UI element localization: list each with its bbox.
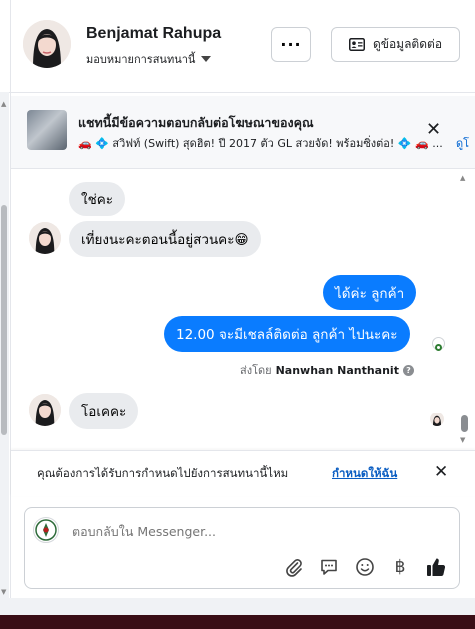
assign-prompt-question: คุณต้องการได้รับการกำหนดไปยังการสนทนานี้… <box>37 466 289 480</box>
page-avatar <box>33 517 59 543</box>
customer-name[interactable]: Benjamat Rahupa <box>86 25 221 43</box>
message-bubble-incoming[interactable]: เที่ยงนะคะตอนนี้อยู่สวนคะ😁 <box>69 221 261 257</box>
seen-indicator-icon <box>432 337 445 351</box>
paperclip-icon[interactable] <box>283 556 305 578</box>
ad-banner-title: แชทนี้มีข้อความตอบกลับต่อโฆษณาของคุณ <box>78 115 314 130</box>
message-bubble-outgoing[interactable]: 12.00 จะมีเชลล์ติดต่อ ลูกค้า ไปนะคะ <box>164 316 410 352</box>
left-scrollbar-thumb[interactable] <box>1 205 7 435</box>
message-bubble-incoming[interactable]: โอเคคะ <box>69 393 139 429</box>
caret-down-icon <box>201 56 212 62</box>
view-contact-button[interactable]: ดูข้อมูลติดต่อ <box>331 27 460 62</box>
view-contact-label: ดูข้อมูลติดต่อ <box>372 37 443 51</box>
assign-label: มอบหมายการสนทนานี้ <box>86 53 196 66</box>
close-icon[interactable]: ✕ <box>434 462 448 482</box>
emoji-icon[interactable] <box>354 556 376 578</box>
reply-input[interactable] <box>72 524 372 539</box>
sent-by-line: ส่งโดย Nanwhan Nanthanit ? <box>240 361 414 379</box>
customer-avatar-small <box>29 222 61 254</box>
sent-by-agent: Nanwhan Nanthanit <box>275 363 399 377</box>
close-icon[interactable]: ✕ <box>426 119 441 140</box>
read-receipt-avatar <box>430 412 444 426</box>
customer-avatar[interactable] <box>23 20 71 68</box>
ad-thumbnail[interactable] <box>27 110 67 150</box>
saved-reply-icon[interactable] <box>318 556 340 578</box>
contact-card-icon <box>348 38 365 51</box>
info-icon[interactable]: ? <box>402 364 414 376</box>
message-bubble-incoming[interactable]: ใช่คะ <box>69 182 126 216</box>
message-bubble-outgoing[interactable]: ได้ค่ะ ลูกค้า <box>323 275 417 310</box>
ad-banner-subtitle: 🚗 💠 สวิฟท์ (Swift) สุดฮิต! ปี 2017 ตัว G… <box>78 137 443 150</box>
more-icon: ··· <box>280 35 302 54</box>
assign-to-me-link[interactable]: กำหนดให้ฉัน <box>332 465 397 483</box>
scroll-up-arrow-icon[interactable]: ▲ <box>1 100 6 108</box>
ad-view-link[interactable]: ดูโ <box>456 134 469 152</box>
messages-scroll-up-icon[interactable]: ▲ <box>460 174 465 182</box>
more-options-button[interactable]: ··· <box>271 27 311 62</box>
divider <box>10 0 11 629</box>
sent-by-prefix: ส่งโดย <box>240 364 272 377</box>
scroll-down-arrow-icon[interactable]: ▼ <box>1 588 6 596</box>
customer-avatar-small <box>29 394 61 426</box>
taskbar-strip <box>0 615 475 629</box>
assign-conversation-dropdown[interactable]: มอบหมายการสนทนานี้ <box>86 50 212 68</box>
like-icon[interactable] <box>425 556 447 578</box>
baht-icon[interactable]: ฿ <box>389 556 411 578</box>
footer-area <box>0 598 475 615</box>
messages-scroll-down-icon[interactable]: ▼ <box>460 436 465 444</box>
messages-scrollbar-thumb[interactable] <box>461 415 468 432</box>
